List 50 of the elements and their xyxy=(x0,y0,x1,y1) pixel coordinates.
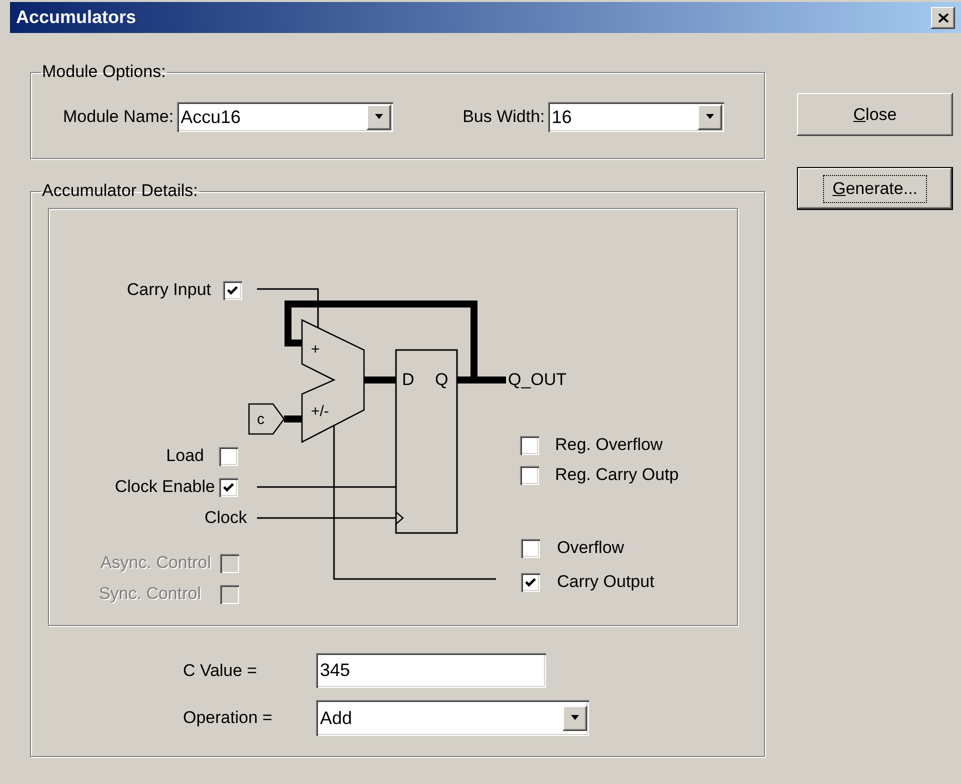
caret-icon xyxy=(704,114,715,120)
checkbox[interactable] xyxy=(520,466,539,485)
field-label: Bus Width: xyxy=(462,107,545,127)
option-label: Clock xyxy=(204,508,247,528)
clock-input-icon xyxy=(396,512,404,524)
dialog-button[interactable]: Close xyxy=(797,93,953,136)
option-label: Reg. Carry Outp xyxy=(555,465,679,485)
checkbox[interactable] xyxy=(219,478,238,497)
caret-icon xyxy=(570,715,580,721)
close-button[interactable] xyxy=(931,6,955,28)
pin-label: + xyxy=(311,340,320,360)
group-title: Module Options: xyxy=(41,62,167,82)
checkbox[interactable] xyxy=(223,281,242,300)
check-icon xyxy=(223,482,234,492)
adder-output-bus xyxy=(364,376,396,384)
dropdown[interactable]: Accu16 xyxy=(176,102,393,132)
checkbox[interactable] xyxy=(521,539,540,558)
pin-label: +/- xyxy=(311,402,329,422)
check-icon xyxy=(525,578,536,588)
input-field[interactable]: 345 xyxy=(316,653,546,688)
field-label: Module Name: xyxy=(63,107,174,127)
constant-bus xyxy=(284,416,302,422)
option-label: Carry Output xyxy=(557,572,654,592)
constant-label: c xyxy=(257,410,264,430)
q-output-bus xyxy=(457,376,506,384)
window-title: Accumulators xyxy=(16,7,136,28)
checkbox[interactable] xyxy=(521,573,540,592)
option-label: Sync. Control xyxy=(98,584,201,604)
field-label: C Value = xyxy=(183,660,258,680)
dropdown[interactable]: 16 xyxy=(548,102,724,132)
close-icon xyxy=(938,12,948,22)
check-icon xyxy=(227,286,238,296)
option-label: Async. Control xyxy=(100,553,211,573)
option-label: Overflow xyxy=(557,538,624,558)
checkbox[interactable] xyxy=(219,447,238,466)
dropdown[interactable]: Add xyxy=(316,700,589,736)
pin-label: Q xyxy=(435,370,448,390)
checkbox[interactable] xyxy=(520,436,539,455)
option-label: Clock Enable xyxy=(114,477,215,497)
field-label: Operation = xyxy=(183,708,274,728)
carry-input-wire xyxy=(257,288,319,328)
option-label: Load xyxy=(166,446,204,466)
option-label: Carry Input xyxy=(126,280,211,300)
constant-shape xyxy=(248,403,285,435)
pin-label: D xyxy=(402,370,414,390)
group-title: Accumulator Details: xyxy=(41,181,199,201)
output-label: Q_OUT xyxy=(508,370,567,390)
caret-icon xyxy=(374,114,384,120)
option-label: Reg. Overflow xyxy=(555,435,663,455)
dialog-button[interactable]: Generate... xyxy=(797,167,953,210)
